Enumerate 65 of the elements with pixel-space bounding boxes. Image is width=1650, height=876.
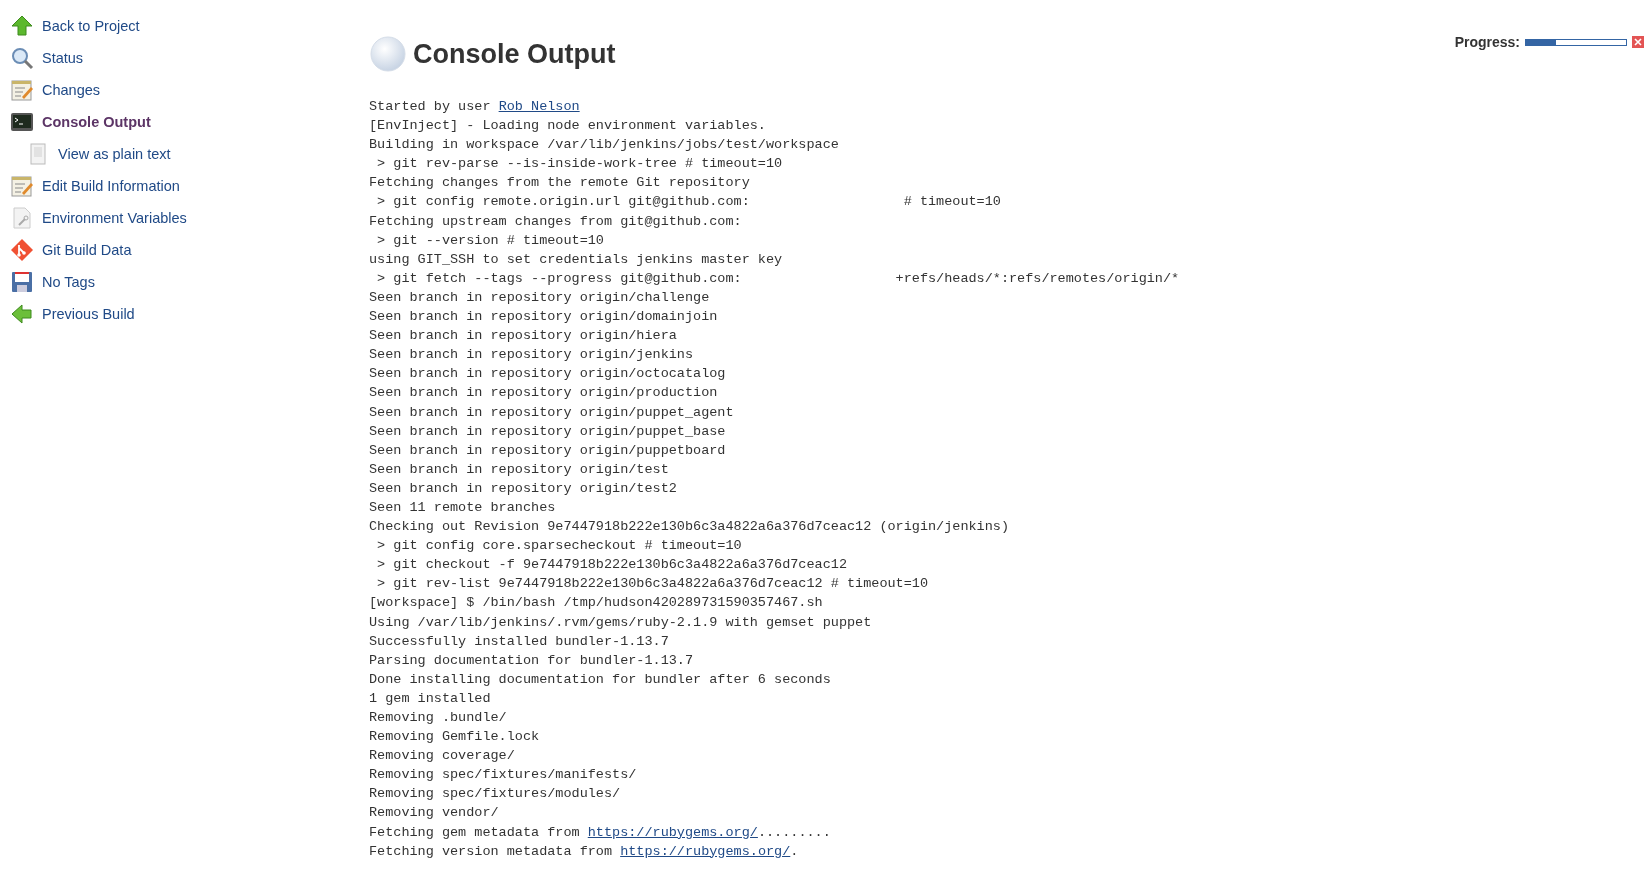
console-line: Fetching upstream changes from git@github.com: xyxy=(369,212,743,231)
console-line: > git --version # timeout=10 xyxy=(376,231,605,250)
console-line: > git rev-parse --is-inside-work-tree # timeout=10 xyxy=(376,155,784,174)
console-line: Seen 11 remote branches xyxy=(369,498,557,517)
console-line: Seen branch in repository origin/octocatalog xyxy=(369,365,727,384)
console-line: Seen branch in repository origin/domainjoin xyxy=(369,308,719,327)
sidebar-item[interactable]: Previous Build xyxy=(42,306,135,322)
sidebar-item[interactable]: Back to Project xyxy=(42,18,140,34)
sidebar-item[interactable]: Status xyxy=(42,50,84,66)
console-link[interactable]: Rob Nelson xyxy=(498,99,580,114)
progress-label: Progress: xyxy=(1454,34,1520,50)
console-line: Done installing documentation for bundler after 6 seconds xyxy=(369,670,832,689)
console-line: Removing spec/fixtures/manifests/ xyxy=(369,766,638,785)
console-line: using GIT_SSH to set credentials jenkins master key xyxy=(369,250,784,269)
console-line: > git rev-list 9e7447918b222e130b6c3a4822a6a376d7ceac12 # timeout=10 xyxy=(376,575,929,594)
sidebar-item[interactable]: View as plain text xyxy=(58,146,171,162)
left-arrow-icon xyxy=(10,302,34,326)
console-line: Using /var/lib/jenkins/.rvm/gems/ruby-2.1.9 with gemset puppet xyxy=(369,613,873,632)
console-line: Building in workspace /var/lib/jenkins/jobs/test/workspace xyxy=(369,136,840,155)
console-line: [workspace] $ /bin/bash /tmp/hudson420289731590357467.sh xyxy=(369,594,824,613)
sidebar-item[interactable]: Edit Build Information xyxy=(42,178,180,194)
close-icon[interactable] xyxy=(1632,36,1644,48)
console-line: Seen branch in repository origin/puppet_base xyxy=(369,422,727,441)
console-line: Fetching changes from the remote Git repository xyxy=(369,174,751,193)
console-line: Seen branch in repository origin/challenge xyxy=(369,288,711,307)
status-ball-icon xyxy=(369,35,407,73)
console-line: > git checkout -f 9e7447918b222e130b6c3a4822a6a376d7ceac12 xyxy=(376,556,848,575)
sidebar-item[interactable]: Console Output xyxy=(42,114,151,130)
search-icon xyxy=(10,46,34,70)
console-line: Seen branch in repository origin/puppet_agent xyxy=(369,403,735,422)
console-line: Fetching gem metadata from https://rubygems.org/......... xyxy=(369,823,832,842)
up-arrow-icon xyxy=(10,14,34,38)
console-line: > git fetch --tags --progress git@github.com: +refs/heads/*:refs/remotes/origin/* xyxy=(376,269,1181,288)
console-line: 1 gem installed xyxy=(369,689,492,708)
sidebar-item[interactable]: Changes xyxy=(42,82,101,98)
console-line: Seen branch in repository origin/jenkins xyxy=(369,346,695,365)
console-line: Fetching version metadata from https://rubygems.org/. xyxy=(369,842,800,861)
console-line: Parsing documentation for bundler-1.13.7 xyxy=(369,651,695,670)
console-link[interactable]: https://rubygems.org/ xyxy=(587,824,758,840)
console-line: [EnvInject] - Loading node environment variables. xyxy=(369,117,767,136)
terminal-icon xyxy=(10,110,34,134)
git-icon xyxy=(10,238,34,262)
console-line: > git config core.sparsecheckout # timeout=10 xyxy=(376,537,743,556)
console-line: Seen branch in repository origin/test2 xyxy=(369,479,678,498)
sidebar-item[interactable]: Environment Variables xyxy=(42,210,187,226)
console-line: Removing vendor/ xyxy=(369,804,500,823)
notepad-icon xyxy=(10,78,34,102)
sidebar-item[interactable]: Git Build Data xyxy=(42,242,132,258)
console-line: Removing Gemfile.lock xyxy=(369,728,541,747)
console-line: Removing spec/fixtures/modules/ xyxy=(369,785,622,804)
notepad-icon xyxy=(10,174,34,198)
console-line: Seen branch in repository origin/hiera xyxy=(369,327,678,346)
console-line: Removing .bundle/ xyxy=(369,709,508,727)
console-line: Successfully installed bundler-1.13.7 xyxy=(369,632,670,651)
console-line: Started by user Rob Nelson xyxy=(369,98,581,116)
console-line: Removing coverage/ xyxy=(369,747,516,766)
page-wrench-icon xyxy=(10,206,34,230)
console-link[interactable]: https://rubygems.org/ xyxy=(620,843,791,859)
console-line: Seen branch in repository origin/production xyxy=(369,384,719,403)
sidebar-item[interactable]: No Tags xyxy=(42,274,95,290)
console-line: Checking out Revision 9e7447918b222e130b6c3a4822a6a376d7ceac12 (origin/jenkins) xyxy=(369,518,1010,537)
console-line: Seen branch in repository origin/test xyxy=(369,460,670,479)
console-line: Seen branch in repository origin/puppetboard xyxy=(369,441,727,460)
console-line: > git config remote.origin.url git@github.com: # timeout=10 xyxy=(376,193,1002,212)
page-title: Console Output xyxy=(413,38,616,70)
